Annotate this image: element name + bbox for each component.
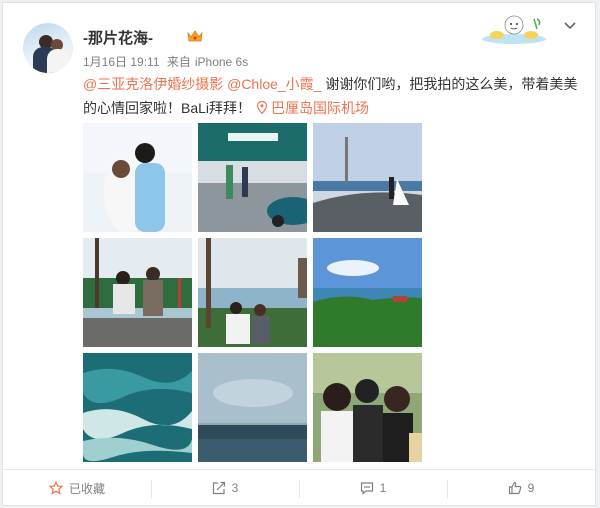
avatar[interactable] [23,23,73,73]
username[interactable]: -那片花海- [83,27,153,48]
comment-icon [360,482,373,495]
post-text: @三亚克洛伊婚纱摄影 @Chloe_小霞_ 谢谢你们哟，把我拍的这么美，带着美美… [83,72,583,120]
photo-5[interactable] [198,238,307,347]
like-count: 9 [527,481,535,495]
post-meta: 1月16日 19:11 来自 iPhone 6s [83,53,252,70]
repost-icon [212,481,225,495]
favorite-button[interactable]: 已收藏 [3,470,151,506]
comment-count: 1 [379,481,387,495]
weibo-post-card: -那片花海- 1月16日 19:11 来自 iPhone 6s @三亚克洛伊婚纱摄… [2,2,596,506]
post-text-line1: 谢谢你们哟，把我拍的这么美，带着美美 [325,76,578,92]
like-button[interactable]: 9 [447,470,595,506]
post-source: iPhone 6s [194,55,249,69]
photo-8[interactable] [198,353,307,462]
thumbs-up-icon [508,481,521,495]
comment-button[interactable]: 1 [299,470,447,506]
mention-studio[interactable]: @三亚克洛伊婚纱摄影 [83,76,223,92]
source-prefix: 来自 [166,55,191,69]
repost-count: 3 [231,481,239,495]
photo-grid [83,123,423,463]
mention-chloe[interactable]: @Chloe_小霞_ [227,76,321,92]
star-icon [48,481,63,495]
post-date[interactable]: 1月16日 19:11 [83,55,160,69]
favorite-label: 已收藏 [68,481,105,496]
photo-9[interactable] [313,353,422,462]
decorative-sticker-icon [482,15,546,44]
photo-7[interactable] [83,353,192,462]
location-link[interactable]: 巴厘岛国际机场 [271,100,369,116]
photo-3[interactable] [313,123,422,232]
repost-button[interactable]: 3 [151,470,299,506]
photo-4[interactable] [83,238,192,347]
photo-2[interactable] [198,123,307,232]
chevron-down-icon[interactable] [563,21,577,31]
post-text-line2: 的心情回家啦！BaLi拜拜！ [83,100,252,116]
vip-crown-icon[interactable] [187,29,203,43]
action-bar: 已收藏 3 1 9 [3,469,595,506]
photo-1[interactable] [83,123,192,232]
location-pin-icon [257,101,268,114]
photo-6[interactable] [313,238,422,347]
